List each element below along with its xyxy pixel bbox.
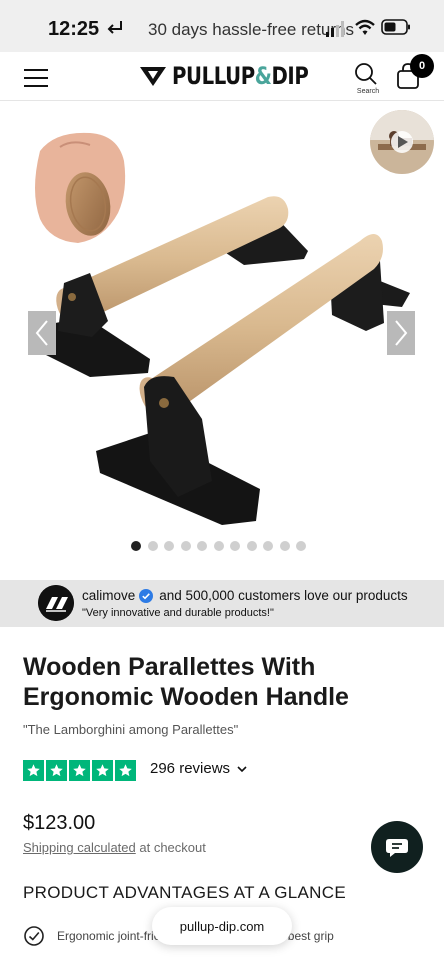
product-image[interactable] <box>0 101 444 541</box>
status-notice: 30 days hassle-free returns <box>148 20 354 39</box>
gallery-next-button[interactable] <box>387 311 415 355</box>
star-icon <box>69 760 90 781</box>
menu-icon[interactable] <box>24 68 48 88</box>
shipping-note: Shipping calculated at checkout <box>23 840 206 855</box>
advantages-heading: PRODUCT ADVANTAGES AT A GLANCE <box>23 883 346 902</box>
pagination-dot[interactable] <box>131 541 141 551</box>
star-icon <box>23 760 44 781</box>
battery-icon <box>381 19 410 35</box>
product-title: Wooden Parallettes With Ergonomic Wooden… <box>23 653 349 711</box>
gallery-prev-button[interactable] <box>28 311 56 355</box>
reviews-count[interactable]: 296 reviews <box>150 760 230 777</box>
search-icon[interactable] <box>352 60 380 88</box>
pagination-dot[interactable] <box>180 541 191 551</box>
video-thumbnail[interactable] <box>370 110 434 174</box>
chevron-left-icon <box>35 320 48 346</box>
cart-count-badge[interactable]: 0 <box>410 54 434 78</box>
reviews-toggle[interactable]: 296 reviews <box>150 760 248 777</box>
wifi-icon <box>355 19 375 35</box>
product-price: $123.00 <box>23 812 96 834</box>
banner-quote: "Very innovative and durable products!" <box>82 607 274 619</box>
return-arrow-icon <box>107 21 122 34</box>
product-subtitle: "The Lamborghini among Parallettes" <box>23 722 239 737</box>
chevron-down-icon <box>237 765 247 772</box>
shipping-link[interactable]: Shipping calculated <box>23 840 136 855</box>
trustpilot-stars[interactable] <box>23 760 136 781</box>
chat-button[interactable] <box>371 821 423 873</box>
brand-logo[interactable]: PULLUP&DIP <box>140 62 338 90</box>
brand-name: PULLUP&DIP <box>172 62 309 90</box>
verified-badge-icon <box>139 588 154 603</box>
pagination-dot[interactable] <box>197 541 207 551</box>
banner-brand: calimove <box>82 588 136 603</box>
gallery-pagination[interactable] <box>131 541 306 551</box>
status-time: 12:25 <box>48 18 100 40</box>
check-circle-icon <box>24 926 44 946</box>
search-label[interactable]: Search <box>348 88 388 95</box>
pagination-dot[interactable] <box>230 541 240 551</box>
star-icon <box>92 760 113 781</box>
pagination-dot[interactable] <box>147 541 158 551</box>
pagination-dot[interactable] <box>213 541 224 551</box>
calimove-logo <box>38 585 74 621</box>
chat-icon <box>386 839 408 857</box>
pagination-dot[interactable] <box>164 541 174 551</box>
pagination-dot[interactable] <box>296 541 306 551</box>
banner-headline: calimove and 500,000 customers love our … <box>82 588 408 603</box>
brand-mark-icon <box>140 67 166 86</box>
browser-url-bar[interactable]: pullup-dip.com <box>152 907 292 945</box>
pagination-dot[interactable] <box>246 541 257 551</box>
star-icon <box>46 760 67 781</box>
chevron-right-icon <box>395 320 408 346</box>
star-icon <box>115 760 136 781</box>
banner-message: and 500,000 customers love our products <box>159 588 408 603</box>
signal-icon <box>326 21 344 37</box>
pagination-dot[interactable] <box>279 541 290 551</box>
pagination-dot[interactable] <box>263 541 273 551</box>
